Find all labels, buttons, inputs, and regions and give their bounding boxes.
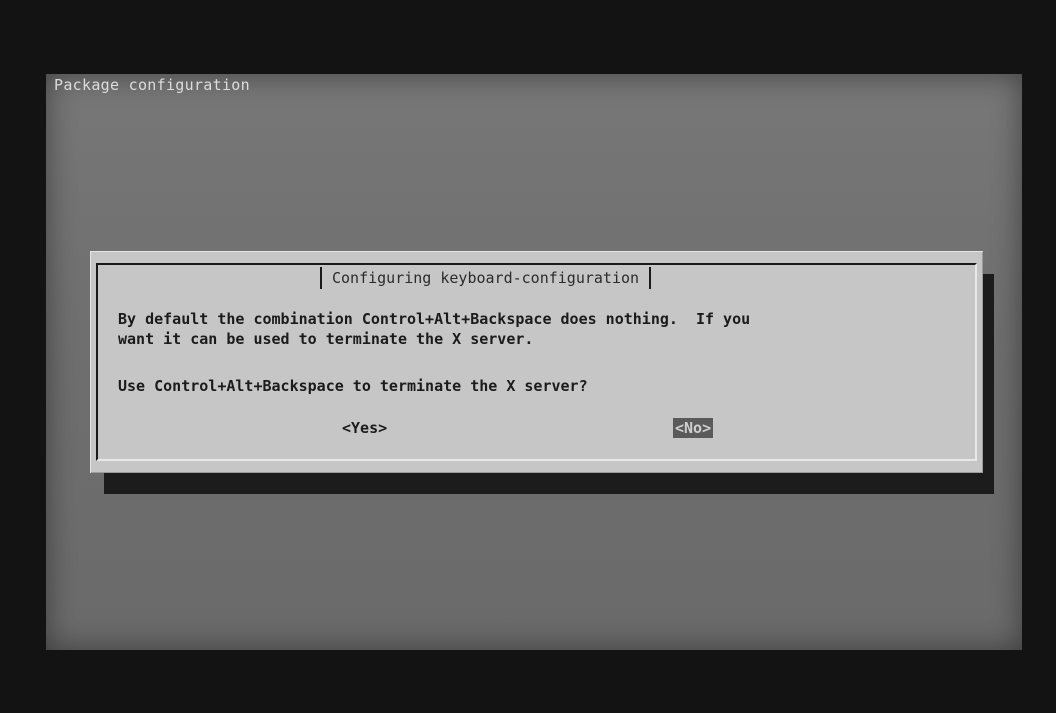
no-button[interactable]: <No> [673,418,714,438]
config-dialog: Configuring keyboard-configuration By de… [90,251,983,473]
screen-title: Package configuration [54,76,250,94]
yes-button[interactable]: <Yes> [340,418,389,438]
dialog-frame: Configuring keyboard-configuration By de… [96,263,977,461]
terminal-screen: Package configuration Configuring keyboa… [46,74,1022,650]
dialog-message-line: By default the combination Control+Alt+B… [118,310,751,328]
dialog-title: Configuring keyboard-configuration [320,267,652,289]
dialog-message-line: want it can be used to terminate the X s… [118,330,534,348]
dialog-question: Use Control+Alt+Backspace to terminate t… [118,377,588,395]
